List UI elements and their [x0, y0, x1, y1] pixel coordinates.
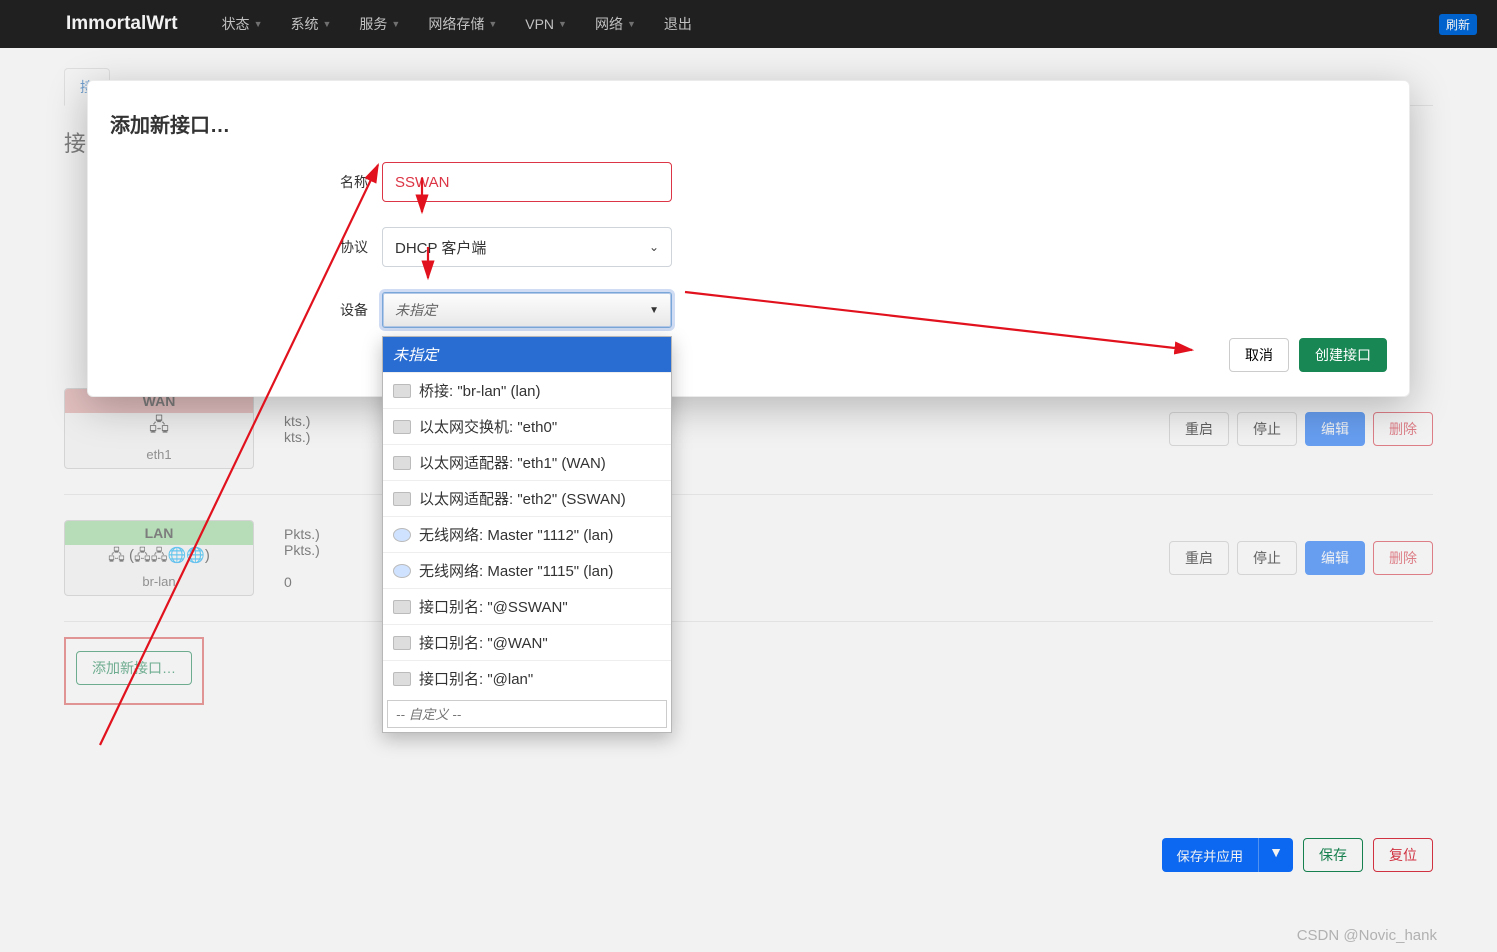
- device-select[interactable]: 未指定 ▼: [382, 292, 672, 328]
- device-option-alias-wan[interactable]: 接口别名: "@WAN": [383, 624, 671, 660]
- label-name: 名称: [110, 172, 382, 192]
- wifi-icon: [393, 528, 411, 542]
- protocol-select[interactable]: DHCP 客户端 ⌄: [382, 227, 672, 267]
- bridge-icon: [393, 384, 411, 398]
- create-interface-button[interactable]: 创建接口: [1299, 338, 1387, 372]
- custom-device-input[interactable]: [387, 700, 667, 728]
- alias-icon: [393, 672, 411, 686]
- device-option-custom: [383, 696, 671, 732]
- cancel-button[interactable]: 取消: [1229, 338, 1289, 372]
- alias-icon: [393, 636, 411, 650]
- device-option-unspecified[interactable]: 未指定: [383, 337, 671, 372]
- device-placeholder: 未指定: [395, 300, 437, 320]
- device-option-alias-sswan[interactable]: 接口别名: "@SSWAN": [383, 588, 671, 624]
- name-input[interactable]: [382, 162, 672, 202]
- protocol-value: DHCP 客户端: [395, 237, 486, 258]
- device-option-wlan-1112[interactable]: 无线网络: Master "1112" (lan): [383, 516, 671, 552]
- label-proto: 协议: [110, 237, 382, 257]
- label-device: 设备: [110, 300, 382, 320]
- chevron-down-icon: ⌄: [649, 240, 659, 254]
- ethernet-icon: [393, 492, 411, 506]
- triangle-down-icon: ▼: [649, 305, 659, 316]
- device-option-alias-lan[interactable]: 接口别名: "@lan": [383, 660, 671, 696]
- device-option-br-lan[interactable]: 桥接: "br-lan" (lan): [383, 372, 671, 408]
- device-option-eth2[interactable]: 以太网适配器: "eth2" (SSWAN): [383, 480, 671, 516]
- modal-title: 添加新接口…: [110, 109, 1387, 138]
- ethernet-icon: [393, 456, 411, 470]
- device-option-eth0[interactable]: 以太网交换机: "eth0": [383, 408, 671, 444]
- device-option-eth1[interactable]: 以太网适配器: "eth1" (WAN): [383, 444, 671, 480]
- add-interface-modal: 添加新接口… 名称 协议 DHCP 客户端 ⌄ 设备 未指定 ▼ 未指定 桥接:…: [87, 80, 1410, 397]
- device-dropdown: 未指定 桥接: "br-lan" (lan) 以太网交换机: "eth0" 以太…: [382, 336, 672, 733]
- alias-icon: [393, 600, 411, 614]
- switch-icon: [393, 420, 411, 434]
- device-option-wlan-1115[interactable]: 无线网络: Master "1115" (lan): [383, 552, 671, 588]
- wifi-icon: [393, 564, 411, 578]
